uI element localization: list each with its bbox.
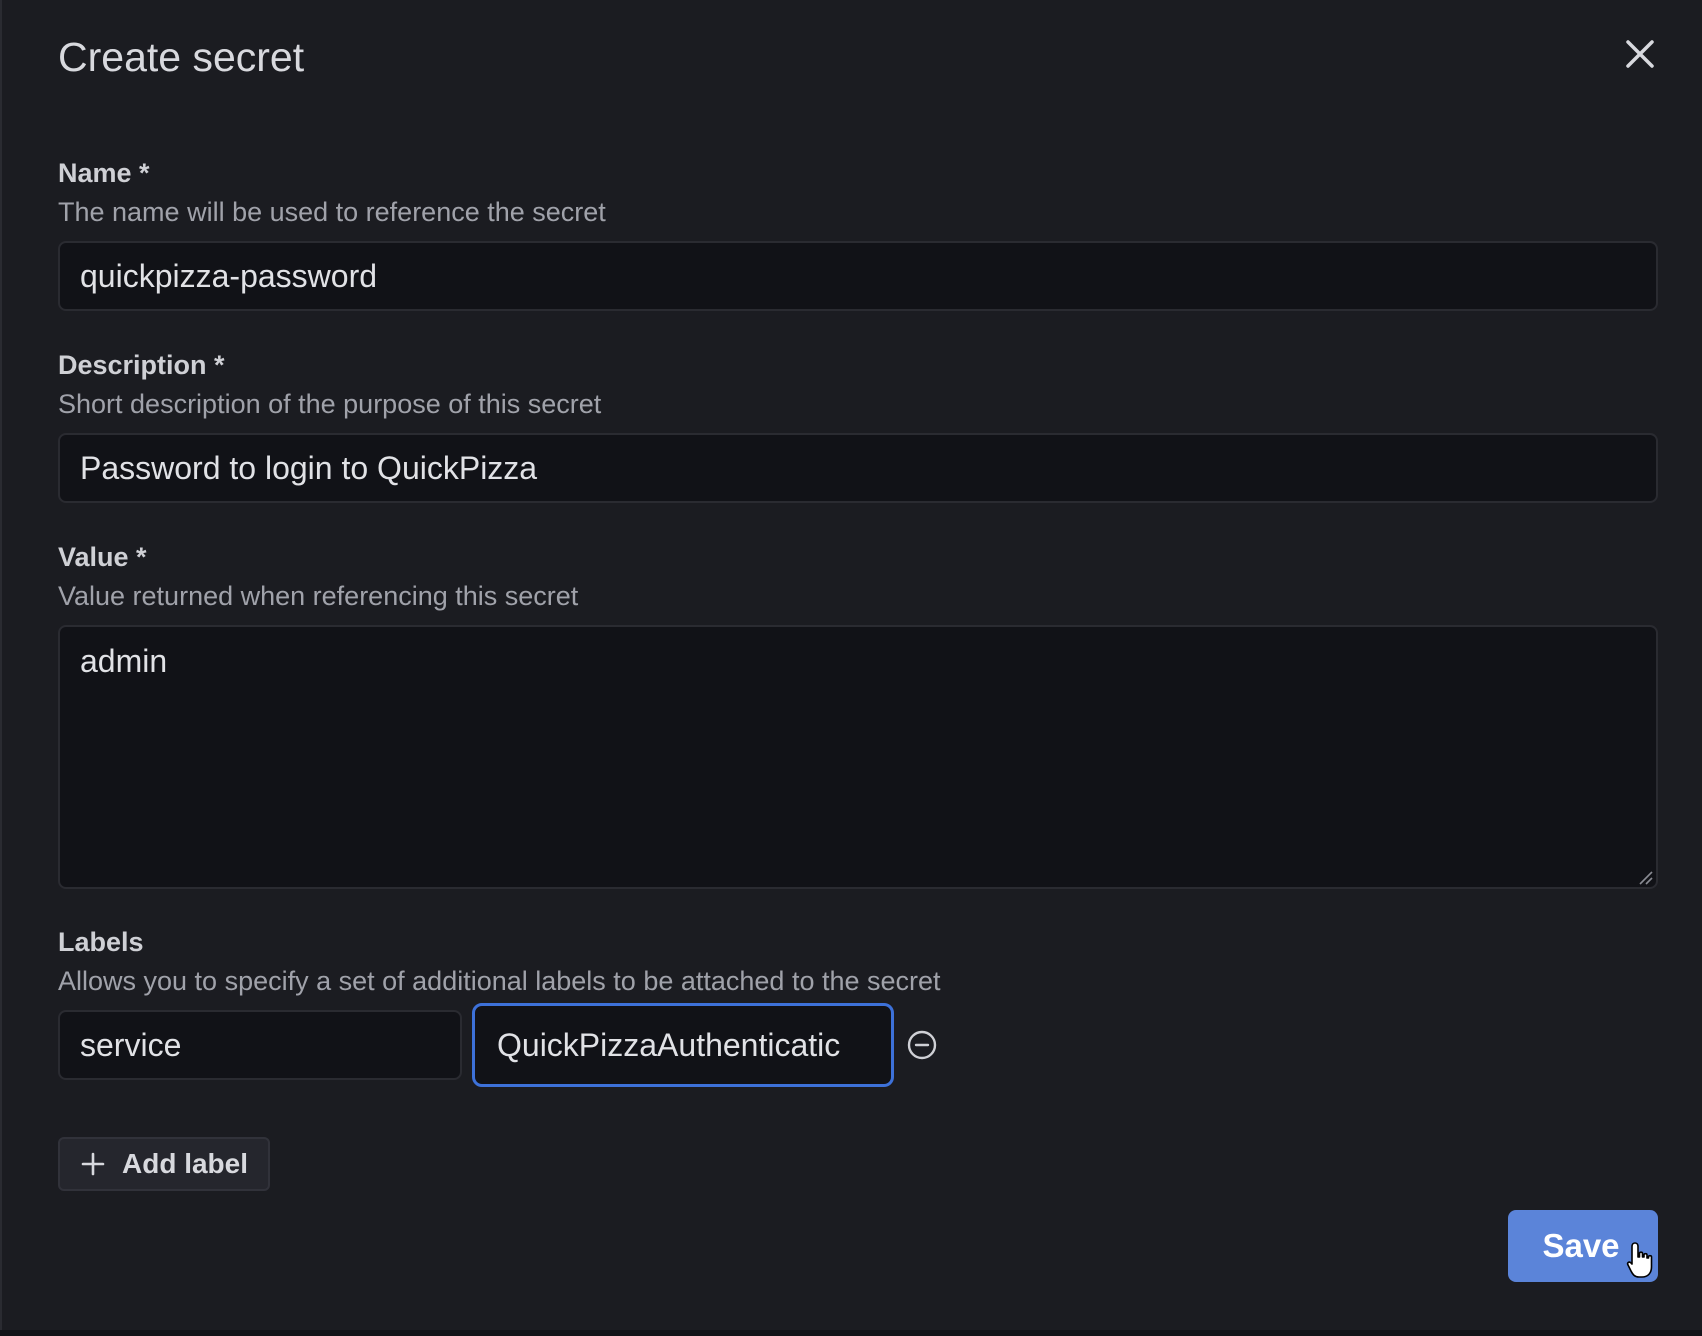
add-label-text: Add label	[122, 1148, 249, 1179]
close-button[interactable]	[1620, 34, 1660, 74]
hand-pointer-cursor-icon	[1626, 1242, 1653, 1278]
label-key-input[interactable]	[58, 1010, 462, 1080]
plus-icon	[81, 1152, 105, 1176]
name-label: Name *	[58, 158, 150, 188]
close-icon	[1626, 40, 1654, 68]
labels-label: Labels	[58, 927, 144, 957]
value-description: Value returned when referencing this sec…	[58, 581, 579, 611]
name-description: The name will be used to reference the s…	[58, 197, 606, 227]
add-label-button[interactable]: Add label	[58, 1137, 270, 1191]
labels-description: Allows you to specify a set of additiona…	[58, 966, 941, 996]
minus-circle-icon	[907, 1030, 937, 1060]
description-description: Short description of the purpose of this…	[58, 389, 602, 419]
create-secret-dialog: Create secret Name * The name will be us…	[0, 0, 1702, 1330]
description-label: Description *	[58, 350, 225, 380]
save-button-label: Save	[1542, 1227, 1620, 1264]
dialog-title: Create secret	[58, 34, 305, 80]
name-input[interactable]	[58, 241, 1658, 311]
label-value-input[interactable]	[472, 1003, 894, 1087]
description-input[interactable]	[58, 433, 1658, 503]
value-textarea[interactable]: admin	[58, 625, 1658, 889]
remove-label-button[interactable]	[906, 1029, 938, 1061]
resize-grip-icon[interactable]	[1636, 868, 1654, 886]
value-label: Value *	[58, 542, 147, 572]
